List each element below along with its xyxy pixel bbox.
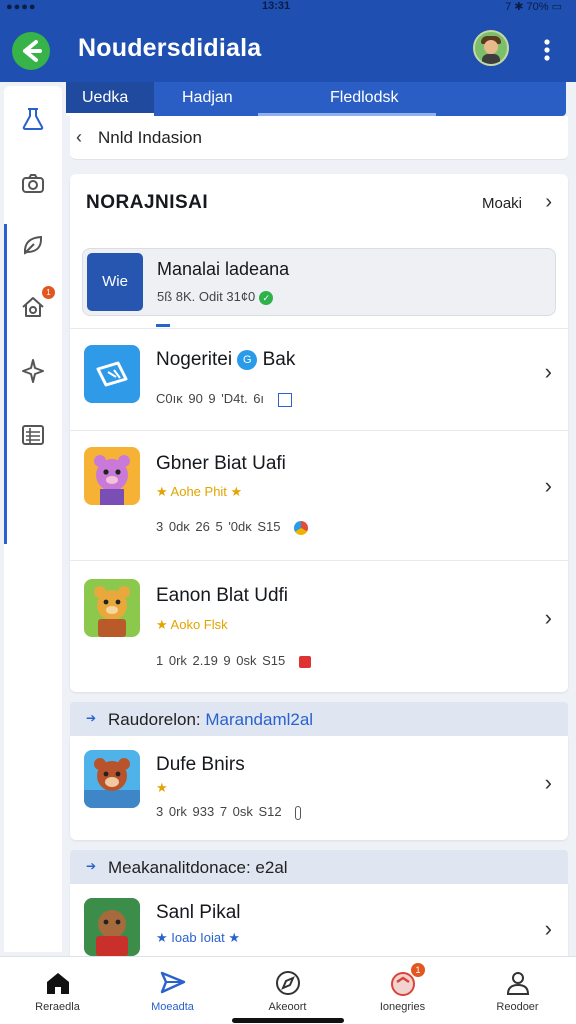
bottom-nav: Reraedla Moeadta Akeoort 1 Ionegries Reo… — [0, 956, 576, 1024]
explore-icon — [274, 969, 302, 997]
more-vert-icon[interactable] — [537, 38, 557, 62]
tab-uedka[interactable]: Uedka — [66, 82, 154, 116]
section-title: NORAJNISAI — [86, 192, 209, 213]
list-item[interactable]: Sanl Pikal ★ Ioab Ioiat ★ › — [70, 884, 568, 956]
section-label: Meakanalitdonace: e2al — [108, 858, 288, 877]
camera-icon[interactable] — [20, 170, 46, 196]
chevron-right-icon[interactable]: › — [545, 916, 552, 942]
section-header[interactable]: ➔ Raudorelon: Marandaml2al — [70, 702, 568, 736]
nav-label: Moeadta — [151, 1001, 194, 1013]
home-indicator — [232, 1018, 344, 1023]
avatar[interactable] — [473, 30, 509, 66]
app-name: Dufe Bnirs — [156, 754, 245, 775]
featured-app[interactable]: Wie Manalai ladeana 5ß 8K. Odit 31¢0 ✓ — [82, 248, 556, 316]
app-icon — [84, 750, 140, 808]
breadcrumb[interactable]: ‹ Nnld Indasion — [70, 116, 568, 160]
app-subtitle: ★ — [156, 780, 168, 795]
house-icon[interactable] — [20, 294, 46, 320]
chevron-right-icon[interactable]: › — [545, 473, 552, 499]
leaf-icon[interactable] — [20, 232, 46, 258]
verified-icon: G — [237, 349, 258, 370]
tab-bar: Uedka Hadjan Fledlodsk — [66, 82, 566, 116]
app-list-card-2: Dufe Bnirs ★ 3 0rk 933 7 0sk S12 › — [70, 736, 568, 840]
list-item[interactable]: Eanon Blat Udfi ★ Aoko Flsk 1 0rk 2.19 9… — [70, 560, 568, 692]
nav-send[interactable]: Moeadta — [115, 957, 230, 1024]
side-scroll-indicator — [4, 224, 7, 544]
app-bar: Noudersdidiala — [0, 14, 576, 82]
app-subtitle: ★ Aoko Flsk — [156, 617, 228, 632]
app-icon — [84, 898, 140, 956]
status-time: 13:31 — [262, 0, 291, 12]
nav-notifications[interactable]: 1 Ionegries — [345, 957, 460, 1024]
tab-fledlodsk[interactable]: Fledlodsk — [258, 82, 436, 116]
section-header[interactable]: ➔ Meakanalitdonace: e2al — [70, 850, 568, 884]
app-subtitle: ★ Ioab Ioiat ★ — [156, 930, 241, 945]
flask-icon[interactable] — [20, 106, 46, 132]
app-name: Sanl Pikal — [156, 902, 241, 923]
featured-meta: 5ß 8K. Odit 31¢0 ✓ — [157, 289, 274, 305]
chevron-right-icon[interactable]: › — [545, 770, 552, 796]
status-bar: ●●●● 13:31 7 ✱ 70% ▭ — [0, 0, 576, 14]
app-meta: 3 0rk 933 7 0sk S12 — [156, 804, 302, 820]
tab-hadjan[interactable]: Hadjan — [154, 82, 258, 116]
notification-badge: 1 — [411, 963, 425, 977]
app-icon — [84, 447, 140, 505]
list-icon[interactable] — [20, 422, 46, 448]
section-label: Raudorelon: Marandaml2al — [108, 710, 314, 729]
check-icon: ✓ — [259, 290, 274, 305]
arrow-left-icon — [23, 40, 42, 62]
app-icon — [84, 579, 140, 637]
list-item[interactable]: Dufe Bnirs ★ 3 0rk 933 7 0sk S12 › — [70, 736, 568, 840]
info-icon — [295, 805, 302, 820]
app-name: Gbner Biat Uafi — [156, 453, 286, 474]
featured-indicator — [156, 324, 170, 327]
chevron-right-icon[interactable]: › — [545, 605, 552, 631]
app-meta: C0ıĸ 90 9 'D4t. 6ı — [156, 391, 292, 407]
nav-label: Reodoer — [496, 1001, 539, 1013]
app-list-card: NORAJNISAI Moaki › Wie Manalai ladeana 5… — [70, 174, 568, 692]
chevron-right-icon[interactable]: › — [545, 191, 552, 214]
nav-label: Ionegries — [379, 1001, 426, 1013]
app-name: Nogeritei G Bak — [156, 349, 296, 370]
list-item[interactable]: Nogeritei G Bak C0ıĸ 90 9 'D4t. 6ı › — [70, 328, 568, 430]
box-icon — [277, 392, 292, 407]
arrow-right-icon: ➔ — [86, 859, 97, 873]
featured-name: Manalai ladeana — [157, 259, 290, 279]
featured-logo: Wie — [87, 253, 143, 311]
side-nav: 1 — [4, 86, 62, 952]
app-title: Noudersdidiala — [78, 34, 262, 62]
side-badge: 1 — [42, 286, 55, 299]
app-meta: 1 0rk 2.19 9 0sk S15 — [156, 653, 311, 668]
plane-icon[interactable] — [20, 358, 46, 384]
nav-label: Reraedla — [35, 1001, 80, 1013]
app-meta: 3 0dĸ 26 5 '0dĸ S15 — [156, 519, 309, 535]
chevron-left-icon[interactable]: ‹ — [76, 127, 82, 148]
app-subtitle: ★ Aohe Phit ★ — [156, 484, 243, 499]
arrow-right-icon: ➔ — [86, 711, 97, 725]
signal-icon: ●●●● — [6, 1, 37, 13]
list-item[interactable]: Gbner Biat Uafi ★ Aohe Phit ★ 3 0dĸ 26 5… — [70, 430, 568, 560]
nav-explore[interactable]: Akeoort — [230, 957, 345, 1024]
status-indicators: 7 ✱ 70% ▭ — [505, 1, 562, 13]
chevron-right-icon[interactable]: › — [545, 359, 552, 385]
nav-home[interactable]: Reraedla — [0, 957, 115, 1024]
section-more-link[interactable]: Moaki — [482, 195, 522, 212]
color-wheel-icon — [294, 520, 309, 535]
app-icon — [84, 345, 140, 403]
app-list-card-3: Sanl Pikal ★ Ioab Ioiat ★ › — [70, 884, 568, 956]
send-icon — [159, 969, 187, 997]
gift-icon — [298, 655, 311, 668]
app-name: Eanon Blat Udfi — [156, 585, 289, 606]
nav-profile[interactable]: Reodoer — [460, 957, 575, 1024]
nav-label: Akeoort — [268, 1001, 307, 1013]
breadcrumb-label: Nnld Indasion — [98, 128, 202, 147]
back-button[interactable] — [12, 32, 50, 70]
home-icon — [44, 969, 72, 997]
person-icon — [504, 969, 532, 997]
